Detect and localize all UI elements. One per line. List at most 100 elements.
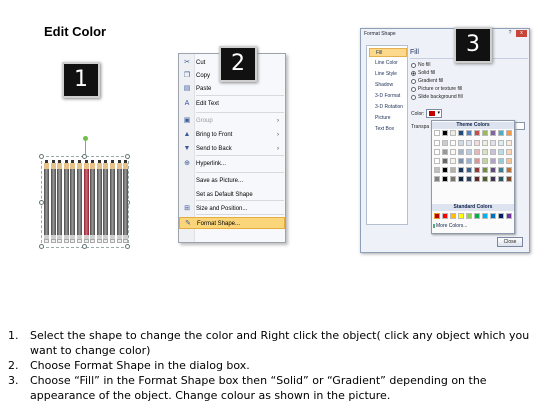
- theme-color-swatch[interactable]: [450, 130, 456, 136]
- theme-color-swatch[interactable]: [506, 158, 512, 164]
- theme-color-swatch[interactable]: [442, 140, 448, 146]
- menu-item-set-as-default-shape[interactable]: Set as Default Shape: [179, 189, 285, 201]
- theme-color-swatch[interactable]: [474, 158, 480, 164]
- theme-color-swatch[interactable]: [498, 158, 504, 164]
- theme-color-swatch[interactable]: [434, 158, 440, 164]
- standard-color-swatch[interactable]: [442, 213, 448, 219]
- theme-color-swatch[interactable]: [434, 149, 440, 155]
- theme-color-swatch[interactable]: [482, 130, 488, 136]
- theme-color-swatch[interactable]: [450, 176, 456, 182]
- standard-color-swatch[interactable]: [434, 213, 440, 219]
- theme-color-swatch[interactable]: [434, 130, 440, 136]
- standard-color-swatch[interactable]: [482, 213, 488, 219]
- theme-color-swatch[interactable]: [458, 158, 464, 164]
- nav-item-3-d-format[interactable]: 3-D Format: [369, 92, 407, 101]
- nav-item-3-d-rotation[interactable]: 3-D Rotation: [369, 103, 407, 112]
- theme-color-swatch[interactable]: [466, 176, 472, 182]
- theme-color-swatch[interactable]: [506, 149, 512, 155]
- theme-color-swatch[interactable]: [490, 149, 496, 155]
- theme-color-swatch[interactable]: [482, 158, 488, 164]
- theme-color-swatch[interactable]: [434, 176, 440, 182]
- theme-color-swatch[interactable]: [482, 140, 488, 146]
- menu-item-send-to-back[interactable]: ▼ Send to Back ›: [179, 143, 285, 155]
- close-x-button[interactable]: x: [516, 30, 527, 37]
- close-button[interactable]: Close: [497, 237, 523, 247]
- radio-picture-or-texture-fill[interactable]: Picture or texture fill: [411, 86, 462, 93]
- help-button[interactable]: ?: [506, 30, 514, 37]
- theme-color-swatch[interactable]: [498, 167, 504, 173]
- menu-item-group[interactable]: ▣ Group ›: [179, 115, 285, 127]
- theme-color-swatch[interactable]: [450, 140, 456, 146]
- pencils-shape[interactable]: [38, 136, 130, 250]
- theme-color-swatch[interactable]: [498, 176, 504, 182]
- theme-color-swatch[interactable]: [442, 167, 448, 173]
- theme-color-swatch[interactable]: [458, 130, 464, 136]
- standard-color-swatch[interactable]: [474, 213, 480, 219]
- theme-color-swatch[interactable]: [466, 130, 472, 136]
- menu-item-format-shape[interactable]: ✎ Format Shape...: [179, 217, 285, 229]
- theme-color-swatch[interactable]: [434, 140, 440, 146]
- more-colors-link[interactable]: More Colors...: [436, 223, 467, 229]
- menu-item-size-and-position[interactable]: ⊞ Size and Position...: [179, 203, 285, 215]
- radio-solid-fill[interactable]: Solid fill: [411, 70, 435, 77]
- theme-color-swatch[interactable]: [498, 149, 504, 155]
- standard-color-swatch[interactable]: [490, 213, 496, 219]
- resize-handle[interactable]: [125, 154, 130, 159]
- theme-color-swatch[interactable]: [506, 130, 512, 136]
- standard-color-swatch[interactable]: [506, 213, 512, 219]
- nav-item-text-box[interactable]: Text Box: [369, 125, 407, 134]
- theme-color-swatch[interactable]: [466, 140, 472, 146]
- nav-item-shadow[interactable]: Shadow: [369, 81, 407, 90]
- theme-color-swatch[interactable]: [506, 176, 512, 182]
- theme-color-swatch[interactable]: [482, 167, 488, 173]
- theme-color-swatch[interactable]: [482, 149, 488, 155]
- theme-color-swatch[interactable]: [466, 149, 472, 155]
- theme-color-swatch[interactable]: [506, 167, 512, 173]
- resize-handle[interactable]: [82, 154, 87, 159]
- theme-color-swatch[interactable]: [474, 176, 480, 182]
- resize-handle[interactable]: [39, 244, 44, 249]
- theme-color-swatch[interactable]: [498, 130, 504, 136]
- theme-color-swatch[interactable]: [458, 149, 464, 155]
- theme-color-swatch[interactable]: [450, 167, 456, 173]
- resize-handle[interactable]: [39, 154, 44, 159]
- standard-color-swatch[interactable]: [450, 213, 456, 219]
- theme-color-swatch[interactable]: [490, 130, 496, 136]
- radio-gradient-fill[interactable]: Gradient fill: [411, 78, 443, 85]
- theme-color-swatch[interactable]: [506, 140, 512, 146]
- theme-color-swatch[interactable]: [498, 140, 504, 146]
- theme-color-swatch[interactable]: [450, 149, 456, 155]
- theme-color-swatch[interactable]: [434, 167, 440, 173]
- theme-color-swatch[interactable]: [466, 158, 472, 164]
- theme-color-swatch[interactable]: [490, 176, 496, 182]
- menu-item-paste[interactable]: ▤ Paste: [179, 83, 285, 95]
- menu-item-save-as-picture[interactable]: Save as Picture...: [179, 175, 285, 187]
- theme-color-swatch[interactable]: [490, 158, 496, 164]
- theme-color-swatch[interactable]: [442, 158, 448, 164]
- theme-color-swatch[interactable]: [490, 140, 496, 146]
- theme-color-swatch[interactable]: [466, 167, 472, 173]
- nav-item-line-style[interactable]: Line Style: [369, 70, 407, 79]
- theme-color-swatch[interactable]: [482, 176, 488, 182]
- resize-handle[interactable]: [125, 244, 130, 249]
- theme-color-swatch[interactable]: [474, 140, 480, 146]
- theme-color-swatch[interactable]: [442, 149, 448, 155]
- theme-color-swatch[interactable]: [474, 130, 480, 136]
- theme-color-swatch[interactable]: [450, 158, 456, 164]
- radio-no-fill[interactable]: No fill: [411, 62, 431, 69]
- menu-item-bring-to-front[interactable]: ▲ Bring to Front ›: [179, 129, 285, 141]
- radio-slide-background-fill[interactable]: Slide background fill: [411, 94, 463, 101]
- nav-item-fill[interactable]: Fill: [369, 48, 407, 57]
- nav-item-picture[interactable]: Picture: [369, 114, 407, 123]
- theme-color-swatch[interactable]: [442, 176, 448, 182]
- resize-handle[interactable]: [82, 244, 87, 249]
- theme-color-swatch[interactable]: [474, 167, 480, 173]
- theme-color-swatch[interactable]: [442, 130, 448, 136]
- theme-color-swatch[interactable]: [458, 140, 464, 146]
- standard-color-swatch[interactable]: [466, 213, 472, 219]
- theme-color-swatch[interactable]: [490, 167, 496, 173]
- menu-item-edit-text[interactable]: A Edit Text: [179, 98, 285, 110]
- theme-color-swatch[interactable]: [474, 149, 480, 155]
- nav-item-line-color[interactable]: Line Color: [369, 59, 407, 68]
- standard-color-swatch[interactable]: [498, 213, 504, 219]
